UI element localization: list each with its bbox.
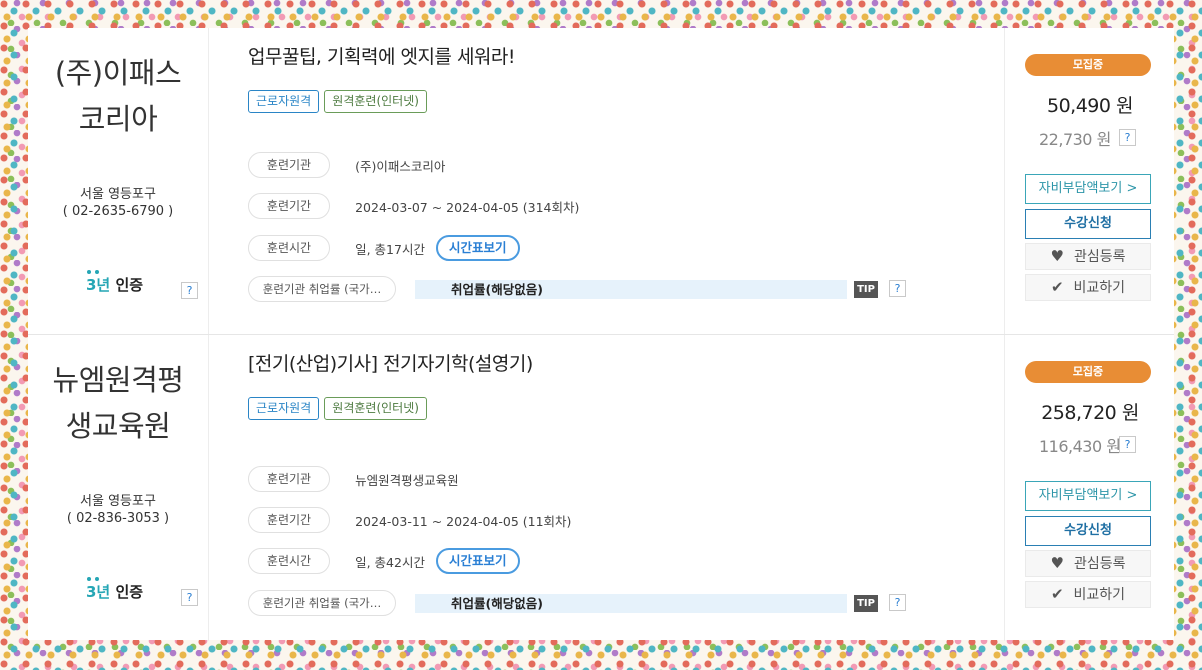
help-icon[interactable]: ?	[889, 594, 906, 611]
org-address: 서울 영등포구 ( 02-2635-6790 )	[28, 186, 208, 220]
org-phone: ( 02-836-3053 )	[66, 511, 170, 526]
institution-label: 훈련기관	[248, 466, 330, 492]
tag-worker-remote: 근로자원격	[248, 90, 320, 113]
heart-icon: ♥	[1050, 554, 1064, 572]
apply-button[interactable]: 수강신청	[1025, 516, 1151, 546]
institution-row: 훈련기관 뉴엠원격평생교육원	[248, 466, 459, 492]
tag-training-type: 원격훈련(인터넷)	[324, 397, 427, 420]
time-label: 훈련시간	[248, 235, 330, 261]
compare-label: 비교하기	[1073, 280, 1126, 296]
time-label: 훈련시간	[248, 548, 330, 574]
tip-button[interactable]: TIP	[854, 281, 878, 298]
wishlist-button[interactable]: ♥ 관심등록	[1025, 243, 1151, 270]
compare-label: 비교하기	[1073, 587, 1126, 603]
self-pay-price: 22,730 원	[1039, 130, 1111, 149]
price-panel: 모집중 50,490 원 22,730 원 ? 자비부담액보기 > 수강신청 ♥…	[1004, 28, 1175, 334]
period-row: 훈련기간 2024-03-11 ~ 2024-04-05 (11회차)	[248, 507, 571, 533]
help-icon[interactable]: ?	[889, 280, 906, 297]
tag-worker-remote: 근로자원격	[248, 397, 320, 420]
org-name-line1[interactable]: (주)이패스	[28, 50, 208, 96]
cert-years: 3년	[86, 276, 111, 294]
org-location: 서울 영등포구	[80, 494, 156, 509]
course-info: 업무꿀팁, 기획력에 엣지를 세워라! 근로자원격 원격훈련(인터넷) 훈련기관…	[248, 28, 1008, 334]
institution-value: (주)이패스코리아	[355, 158, 446, 174]
time-row: 훈련시간 일, 총17시간 시간표보기	[248, 235, 520, 261]
course-info: [전기(산업)기사] 전기자기학(설영기) 근로자원격 원격훈련(인터넷) 훈련…	[248, 335, 1008, 641]
org-panel: 뉴엠원격평 생교육원 서울 영등포구 ( 02-836-3053 ) 3년 인증…	[28, 335, 209, 641]
course-tags: 근로자원격 원격훈련(인터넷)	[248, 397, 427, 420]
period-row: 훈련기간 2024-03-07 ~ 2024-04-05 (314회차)	[248, 193, 579, 219]
apply-button[interactable]: 수강신청	[1025, 209, 1151, 239]
help-icon[interactable]: ?	[181, 589, 198, 606]
status-badge: 모집중	[1025, 54, 1151, 76]
org-name[interactable]: 뉴엠원격평 생교육원	[28, 357, 208, 449]
period-value: 2024-03-11 ~ 2024-04-05 (11회차)	[355, 513, 572, 529]
institution-label: 훈련기관	[248, 152, 330, 178]
help-icon[interactable]: ?	[1119, 436, 1136, 453]
time-value: 일, 총17시간	[355, 241, 425, 257]
time-value: 일, 총42시간	[355, 554, 425, 570]
org-panel: (주)이패스 코리아 서울 영등포구 ( 02-2635-6790 ) 3년 인…	[28, 28, 209, 334]
tag-training-type: 원격훈련(인터넷)	[324, 90, 427, 113]
employment-rate-label: 훈련기관 취업률 (국가…	[248, 590, 396, 616]
institution-row: 훈련기관 (주)이패스코리아	[248, 152, 445, 178]
course-price: 258,720 원	[1041, 402, 1139, 424]
timetable-button[interactable]: 시간표보기	[436, 235, 520, 261]
org-address: 서울 영등포구 ( 02-836-3053 )	[28, 493, 208, 527]
cert-label: 인증	[115, 276, 144, 294]
employment-rate-value: 취업률(해당없음)	[451, 282, 543, 297]
self-pay-price: 116,430 원	[1039, 437, 1121, 456]
period-value: 2024-03-07 ~ 2024-04-05 (314회차)	[355, 199, 580, 215]
time-row: 훈련시간 일, 총42시간 시간표보기	[248, 548, 520, 574]
self-pay-button[interactable]: 자비부담액보기 >	[1025, 481, 1151, 511]
course-title[interactable]: 업무꿀팁, 기획력에 엣지를 세워라!	[248, 42, 516, 69]
org-name-line1[interactable]: 뉴엠원격평	[28, 357, 208, 403]
org-name[interactable]: (주)이패스 코리아	[28, 50, 208, 142]
heart-icon: ♥	[1050, 247, 1064, 265]
self-pay-button[interactable]: 자비부담액보기 >	[1025, 174, 1151, 204]
wishlist-label: 관심등록	[1073, 556, 1126, 572]
employment-row: 훈련기관 취업률 (국가… 취업률(해당없음) TIP ?	[248, 590, 948, 616]
course-card: (주)이패스 코리아 서울 영등포구 ( 02-2635-6790 ) 3년 인…	[28, 28, 1174, 335]
cert-years: 3년	[86, 583, 111, 601]
org-phone: ( 02-2635-6790 )	[62, 204, 174, 219]
check-icon: ✔	[1050, 278, 1064, 296]
period-label: 훈련기간	[248, 193, 330, 219]
course-price: 50,490 원	[1046, 95, 1134, 117]
check-icon: ✔	[1050, 585, 1064, 603]
org-location: 서울 영등포구	[80, 187, 156, 202]
course-title[interactable]: [전기(산업)기사] 전기자기학(설영기)	[248, 349, 533, 376]
compare-button[interactable]: ✔ 비교하기	[1025, 581, 1151, 608]
compare-button[interactable]: ✔ 비교하기	[1025, 274, 1151, 301]
course-card: 뉴엠원격평 생교육원 서울 영등포구 ( 02-836-3053 ) 3년 인증…	[28, 335, 1174, 641]
help-icon[interactable]: ?	[1119, 129, 1136, 146]
price-panel: 모집중 258,720 원 116,430 원 ? 자비부담액보기 > 수강신청…	[1004, 335, 1175, 641]
employment-rate-value: 취업률(해당없음)	[451, 596, 543, 611]
org-name-line2[interactable]: 코리아	[28, 96, 208, 142]
tip-button[interactable]: TIP	[854, 595, 878, 612]
employment-rate-bar: 취업률(해당없음)	[415, 280, 847, 299]
certification-badge: 3년 인증	[86, 274, 143, 295]
institution-value: 뉴엠원격평생교육원	[355, 472, 459, 488]
employment-row: 훈련기관 취업률 (국가… 취업률(해당없음) TIP ?	[248, 276, 948, 302]
cert-label: 인증	[115, 583, 144, 601]
certification-badge: 3년 인증	[86, 581, 143, 602]
org-name-line2[interactable]: 생교육원	[28, 403, 208, 449]
wishlist-label: 관심등록	[1073, 249, 1126, 265]
help-icon[interactable]: ?	[181, 282, 198, 299]
employment-rate-bar: 취업률(해당없음)	[415, 594, 847, 613]
course-list: (주)이패스 코리아 서울 영등포구 ( 02-2635-6790 ) 3년 인…	[28, 28, 1174, 641]
course-tags: 근로자원격 원격훈련(인터넷)	[248, 90, 427, 113]
period-label: 훈련기간	[248, 507, 330, 533]
timetable-button[interactable]: 시간표보기	[436, 548, 520, 574]
wishlist-button[interactable]: ♥ 관심등록	[1025, 550, 1151, 577]
employment-rate-label: 훈련기관 취업률 (국가…	[248, 276, 396, 302]
status-badge: 모집중	[1025, 361, 1151, 383]
